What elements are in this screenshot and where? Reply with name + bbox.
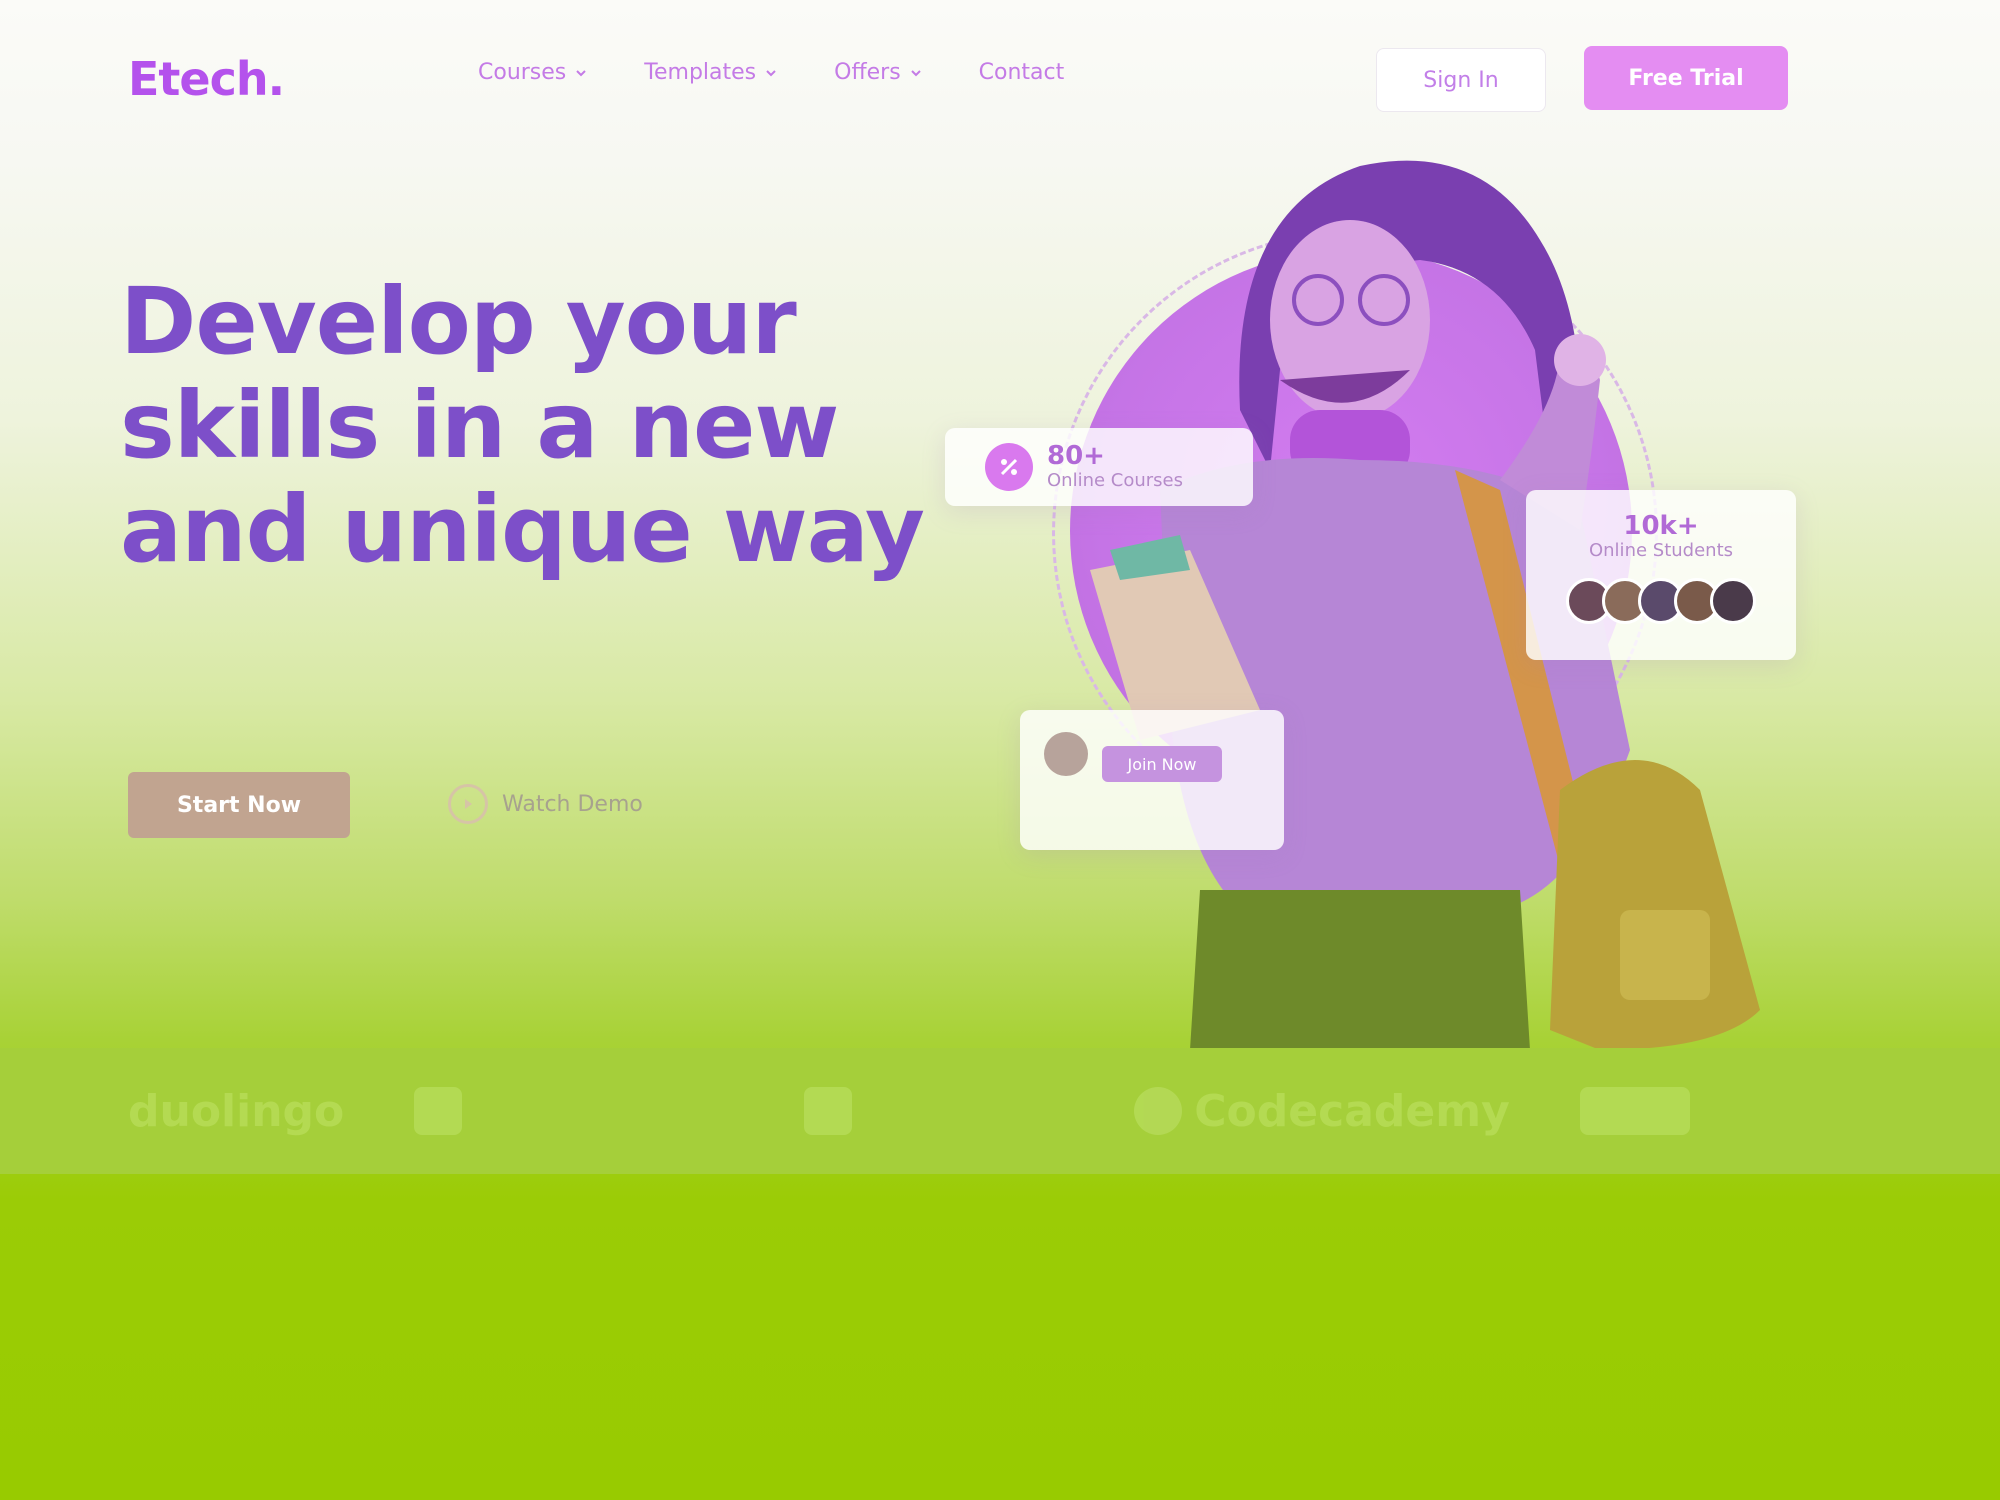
class-card: Join Now [1020,710,1284,850]
partner-name: duolingo [128,1085,345,1137]
chevron-down-icon [910,69,921,76]
hero-title-line: skills in a new [120,372,839,479]
logo[interactable]: Etech. [128,52,285,106]
header: Etech. Courses Templates Offers Contact … [0,0,2000,160]
codecademy-logo: Codecademy [1134,1086,1510,1137]
students-label: Online Students [1588,540,1734,561]
duolingo-logo: duolingo [128,1086,344,1137]
percent-icon [985,443,1033,491]
nav-label: Templates [644,60,757,85]
partner-mark-icon [1579,1087,1690,1135]
partner-logos-strip: duolingo Codecademy [0,1048,2000,1174]
partner-mark-icon [1134,1087,1183,1135]
courses-label: Online Courses [1047,470,1184,491]
hero-title-line: and unique way [120,476,925,583]
nav-item-courses[interactable]: Courses [478,60,588,85]
instructor-avatar [1044,732,1088,776]
main-nav: Courses Templates Offers Contact [478,60,1064,85]
class-card-body: Join Now [1102,732,1222,828]
nav-item-contact[interactable]: Contact [979,60,1065,85]
avatar-group [1566,578,1756,624]
nav-label: Contact [978,60,1065,85]
nav-label: Offers [834,60,901,85]
students-count: 10k+ [1623,511,1699,541]
chevron-down-icon [766,69,776,76]
hero-title: Develop your skills in a new and unique … [120,270,980,582]
partner-mark-icon [414,1087,463,1135]
start-now-button[interactable]: Start Now [128,772,350,838]
partner-mark-icon [804,1087,853,1135]
watch-demo-link[interactable]: Watch Demo [448,784,643,824]
partner-logo-2 [414,1087,734,1135]
hero-visual: 80+ Online Courses 10k+ Online Students … [940,150,1840,1050]
courses-stat-text: 80+ Online Courses [1047,442,1183,492]
nav-item-offers[interactable]: Offers [834,60,923,85]
join-now-button[interactable]: Join Now [1102,746,1222,782]
partner-logo-3 [804,1087,1064,1135]
sign-in-button[interactable]: Sign In [1376,48,1546,112]
partner-logo-5 [1579,1087,1820,1135]
courses-stat-card: 80+ Online Courses [945,428,1253,506]
landing-page: Etech. Courses Templates Offers Contact … [0,0,2000,1500]
free-trial-button[interactable]: Free Trial [1584,46,1788,110]
play-icon [448,784,488,824]
watch-demo-label: Watch Demo [502,791,643,817]
nav-item-templates[interactable]: Templates [644,60,778,85]
courses-count: 80+ [1047,441,1105,471]
nav-label: Courses [478,60,567,85]
hero-title-line: Develop your [120,268,797,375]
partner-name: Codecademy [1194,1085,1510,1137]
students-stat-card: 10k+ Online Students [1526,490,1796,660]
avatar [1710,578,1756,624]
chevron-down-icon [576,69,586,76]
